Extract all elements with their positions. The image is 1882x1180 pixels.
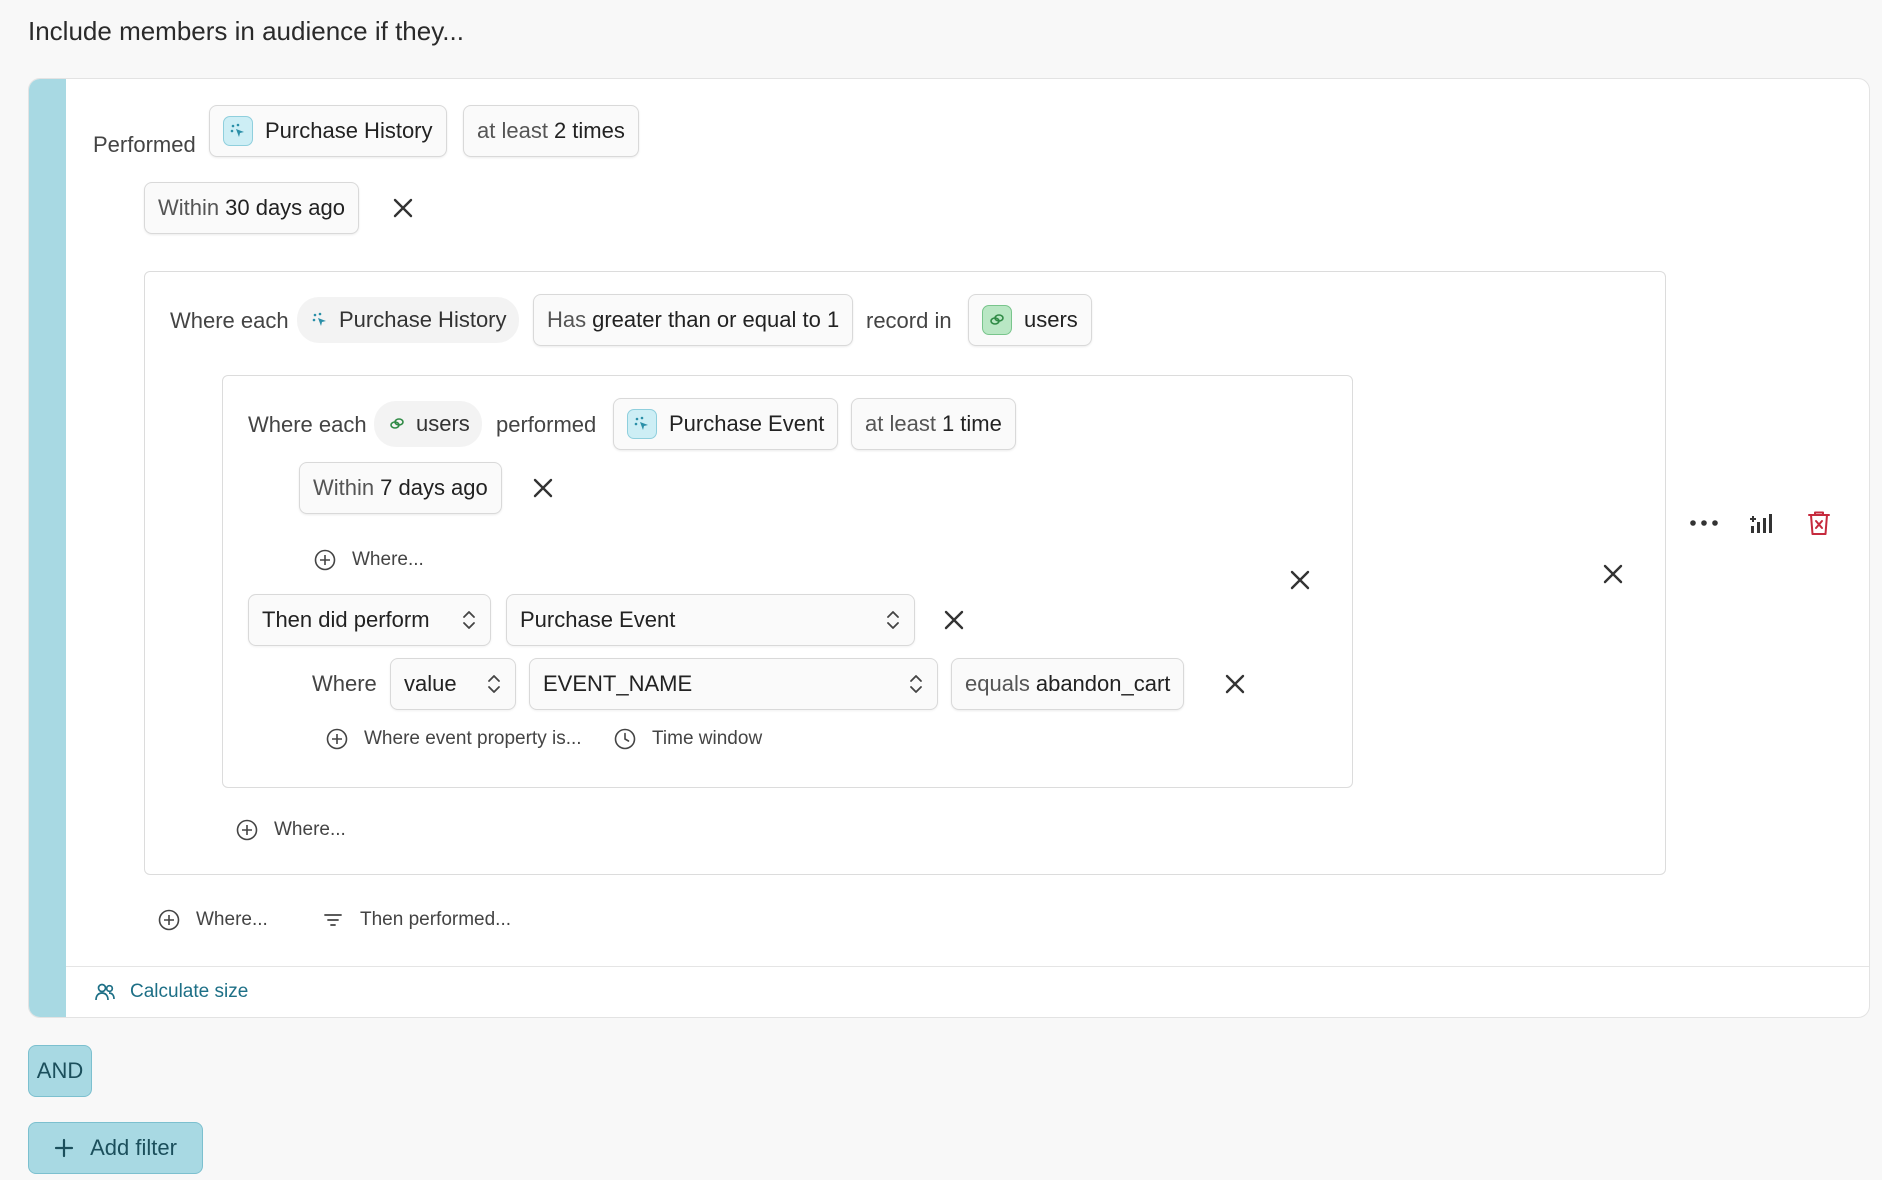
add-event-property-button[interactable]: Where event property is... [326,728,582,750]
chevron-updown-icon [486,673,502,695]
add-time-window-label: Time window [652,728,763,749]
property-condition-chip[interactable]: equals abandon_cart [951,658,1185,710]
chevron-updown-icon [461,609,477,631]
remove-sequence-button[interactable] [940,606,968,634]
calculate-size-label: Calculate size [130,981,249,1002]
plus-icon [54,1138,74,1158]
plus-circle-icon [326,728,348,750]
chart-icon [1750,514,1772,533]
nested-add-where-button[interactable]: Where... [236,819,346,841]
chart-button[interactable] [1744,506,1778,540]
plus-circle-icon [236,819,258,841]
inner-performed-label: performed [496,412,597,437]
inner-add-where-button[interactable]: Where... [314,549,424,571]
event-icon [627,409,657,439]
property-type-select[interactable]: value [390,658,516,710]
time-window-chip[interactable]: Within 30 days ago [144,182,359,234]
sequence-type-value: Then did perform [262,607,430,632]
inner-time-window-chip[interactable]: Within 7 days ago [299,462,502,514]
nested-add-where-label: Where... [274,819,346,840]
root-then-performed-button[interactable]: Then performed... [322,909,511,931]
related-table-name: users [1024,307,1078,332]
inner-add-where-label: Where... [352,549,424,570]
inner-entity-chip: users [374,401,482,447]
close-icon [1290,570,1310,590]
where-label: Where [312,671,377,696]
chevron-updown-icon [885,609,901,631]
remove-inner-condition-button[interactable] [1286,566,1314,594]
nested-entity-name: Purchase History [339,307,507,332]
remove-time-window-button[interactable] [389,194,417,222]
property-name-select[interactable]: EVENT_NAME [529,658,938,710]
record-count-chip[interactable]: Has greater than or equal to 1 [533,294,854,346]
add-event-property-label: Where event property is... [364,728,582,749]
add-filter-button[interactable]: Add filter [28,1122,203,1174]
record-in-label: record in [866,308,952,333]
inner-time-prefix: Within [313,475,375,500]
event-chip[interactable]: Purchase History [209,105,447,157]
inner-time-value: 7 days ago [380,475,488,500]
property-type-value: value [404,671,457,696]
remove-inner-time-window-button[interactable] [529,474,557,502]
inner-event-chip[interactable]: Purchase Event [613,398,839,450]
related-table-chip[interactable]: users [968,294,1092,346]
database-icon [386,409,408,439]
sequence-type-select[interactable]: Then did perform [248,594,491,646]
root-add-where-label: Where... [196,909,268,930]
delete-filter-button[interactable] [1802,506,1836,540]
inner-frequency-prefix: at least [865,411,936,436]
inner-entity-name: users [416,411,470,436]
root-add-where-button[interactable]: Where... [158,909,268,931]
inner-event-name: Purchase Event [669,411,825,436]
frequency-chip[interactable]: at least 2 times [463,105,639,157]
plus-circle-icon [314,549,336,571]
inner-where-each-label: Where each [248,412,367,437]
event-name: Purchase History [265,118,433,143]
sequence-event-value: Purchase Event [520,607,676,632]
close-icon [1603,564,1623,584]
close-icon [944,610,964,630]
close-icon [393,198,413,218]
condition-value: abandon_cart [1035,671,1171,696]
clock-icon [614,728,636,750]
add-filter-label: Add filter [90,1135,177,1160]
where-each-label: Where each [170,308,289,333]
card-footer-divider [66,966,1869,967]
inner-frequency-value: 1 time [941,411,1002,436]
time-prefix: Within [158,195,220,220]
add-time-window-button[interactable]: Time window [614,728,762,750]
close-icon [1225,674,1245,694]
filter-icon [324,914,342,926]
filter-accent-stripe [29,79,66,1017]
has-value: greater than or equal to 1 [592,307,840,332]
more-icon [1690,520,1718,526]
time-value: 30 days ago [225,195,345,220]
root-then-performed-label: Then performed... [360,909,512,930]
chevron-updown-icon [908,673,924,695]
sequence-event-select[interactable]: Purchase Event [506,594,915,646]
property-name-value: EVENT_NAME [543,671,693,696]
nested-entity-chip: Purchase History [297,297,519,343]
trash-icon [1808,511,1830,535]
condition-prefix: equals [965,671,1030,696]
calculate-size-button[interactable]: Calculate size [94,981,248,1003]
has-prefix: Has [547,307,587,332]
plus-circle-icon [158,909,180,931]
close-icon [533,478,553,498]
remove-nested-condition-button[interactable] [1599,560,1627,588]
event-icon [309,305,331,335]
remove-property-condition-button[interactable] [1221,670,1249,698]
section-heading: Include members in audience if they... [28,16,464,46]
inner-frequency-chip[interactable]: at least 1 time [851,398,1016,450]
performed-label: Performed [93,132,196,157]
more-options-button[interactable] [1687,506,1721,540]
frequency-value: 2 times [553,118,625,143]
event-icon [223,116,253,146]
users-icon [95,983,115,1001]
database-icon [982,305,1012,335]
and-operator-button[interactable]: AND [28,1045,92,1097]
filter-card: Performed Purchase History at least 2 tim… [28,78,1870,1018]
frequency-prefix: at least [477,118,548,143]
